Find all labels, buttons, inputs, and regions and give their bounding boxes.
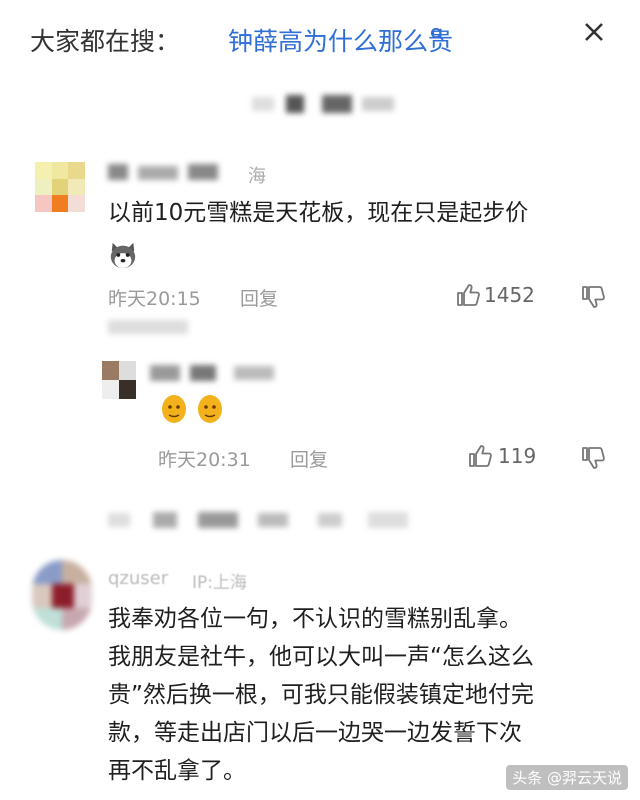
username[interactable]: qzuser — [108, 568, 168, 589]
username-blurred[interactable] — [108, 162, 258, 182]
blurred-reply-ref — [108, 316, 198, 340]
emoji-icon — [198, 395, 222, 423]
ip-location: 海 — [248, 166, 266, 187]
comment-text-line: 款，等走出店门以后一边哭一边发誓下次 — [108, 720, 522, 746]
trending-search-term[interactable]: 钟薛高为什么那么贵 — [228, 22, 453, 58]
trending-search-label: 大家都在搜： — [30, 27, 181, 56]
watermark: 头条 @羿云天说 — [506, 765, 628, 790]
blurred-divider — [252, 95, 402, 113]
search-icon[interactable] — [430, 27, 444, 41]
avatar[interactable] — [35, 162, 85, 212]
comment-item: 海 以前10元雪糕是天花板，现在只是起步价 昨天20:15 回复 1452 — [0, 150, 640, 310]
comment-item: qzuser IP:上海 我奉劝各位一句，不认识的雪糕别乱拿。 我朋友是社牛，他… — [0, 560, 640, 790]
comment-time: 昨天20:31 — [158, 449, 251, 471]
comment-text-line: 我朋友是社牛，他可以大叫一声“怎么这么 — [108, 644, 534, 670]
comment-text-line: 我奉劝各位一句，不认识的雪糕别乱拿。 — [108, 606, 522, 632]
reply-button[interactable]: 回复 — [240, 284, 278, 311]
emoji-icon — [162, 395, 186, 423]
like-icon[interactable] — [455, 282, 481, 308]
comment-text: 以前10元雪糕是天花板，现在只是起步价 — [108, 200, 529, 226]
close-icon[interactable] — [582, 20, 606, 44]
ip-location: IP:上海 — [192, 573, 247, 593]
avatar[interactable] — [102, 361, 136, 399]
like-count: 119 — [498, 444, 537, 468]
like-icon[interactable] — [467, 443, 493, 469]
comment-text-line: 再不乱拿了。 — [108, 758, 246, 784]
like-count: 1452 — [484, 283, 535, 307]
comment-time: 昨天20:15 — [108, 288, 201, 310]
husky-emoji-icon — [110, 242, 136, 269]
dislike-icon[interactable] — [580, 445, 606, 471]
username-blurred[interactable] — [150, 363, 290, 383]
reply-item: 昨天20:31 回复 119 — [0, 355, 640, 475]
reply-button[interactable]: 回复 — [290, 445, 328, 472]
dislike-icon[interactable] — [580, 284, 606, 310]
avatar[interactable] — [32, 560, 92, 630]
blurred-divider — [108, 510, 448, 530]
comment-text-line: 贵”然后换一根，可我只能假装镇定地付完 — [108, 682, 534, 708]
